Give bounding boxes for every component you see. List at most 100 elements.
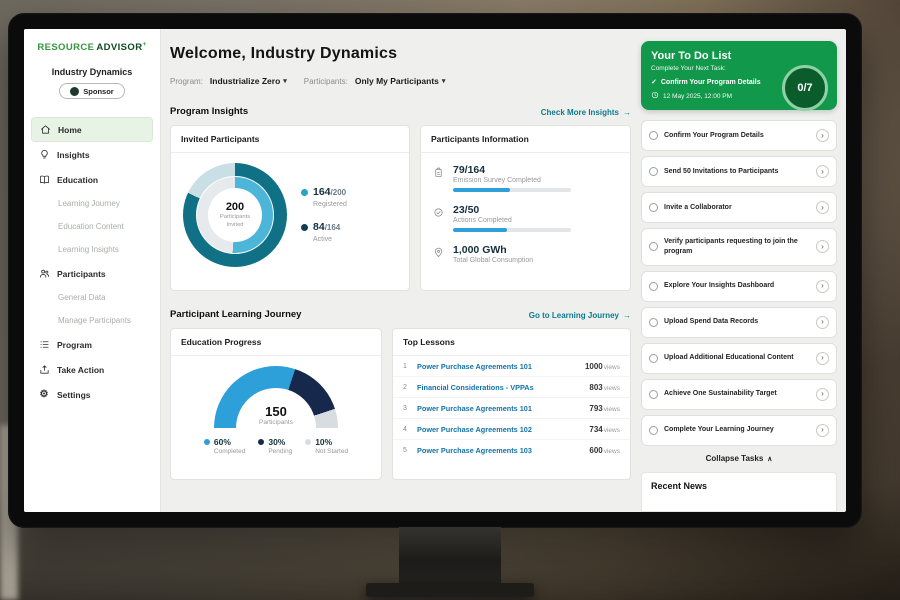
- todo-progress-ring: 0/7: [782, 65, 828, 111]
- lesson-row[interactable]: 1 Power Purchase Agreements 101 1000view…: [393, 356, 630, 377]
- todo-task-row[interactable]: Upload Additional Educational Content ›: [641, 343, 837, 374]
- lesson-rank: 1: [403, 363, 417, 370]
- chevron-right-icon[interactable]: ›: [816, 352, 829, 365]
- brand-plus: +: [142, 41, 146, 48]
- chevron-right-icon[interactable]: ›: [816, 424, 829, 437]
- sidebar-item-home[interactable]: Home: [31, 117, 153, 142]
- chevron-right-icon[interactable]: ›: [816, 240, 829, 253]
- sidebar-item-take-action[interactable]: Take Action: [31, 357, 153, 382]
- progress-fill: [453, 188, 510, 192]
- sidebar-item-manage-participants[interactable]: Manage Participants: [31, 309, 153, 332]
- todo-task-row[interactable]: Achieve One Sustainability Target ›: [641, 379, 837, 410]
- legend-value: 30%: [268, 437, 285, 447]
- task-label: Upload Additional Educational Content: [664, 353, 810, 363]
- todo-column: Your To Do List Complete Your Next Task:…: [641, 29, 837, 512]
- education-progress-gauge: 150 Participants: [214, 366, 338, 428]
- lesson-link[interactable]: Power Purchase Agreements 101: [417, 404, 589, 413]
- chevron-down-icon: ▾: [442, 78, 446, 85]
- main-column: Welcome, Industry Dynamics Program: Indu…: [170, 29, 631, 512]
- chevron-right-icon[interactable]: ›: [816, 280, 829, 293]
- sidebar-item-general-data[interactable]: General Data: [31, 286, 153, 309]
- recent-news-title: Recent News: [651, 481, 827, 491]
- task-label: Explore Your Insights Dashboard: [664, 281, 810, 291]
- lesson-views: 803views: [589, 383, 620, 392]
- legend-item-active: 84/164 Active: [301, 222, 347, 243]
- lesson-row[interactable]: 5 Power Purchase Agreements 103 600views: [393, 440, 630, 460]
- background-scene: RESOURCEADVISOR+ Industry Dynamics Spons…: [0, 0, 900, 600]
- sidebar-item-learning-insights[interactable]: Learning Insights: [31, 238, 153, 261]
- todo-task-row[interactable]: Invite a Collaborator ›: [641, 192, 837, 223]
- task-checkbox[interactable]: [649, 390, 658, 399]
- page-title: Welcome, Industry Dynamics: [170, 45, 631, 63]
- lesson-link[interactable]: Power Purchase Agreements 101: [417, 362, 585, 371]
- todo-task-row[interactable]: Explore Your Insights Dashboard ›: [641, 271, 837, 302]
- learning-journey-cards: Education Progress 150 Participants: [170, 328, 631, 480]
- todo-task-row[interactable]: Send 50 Invitations to Participants ›: [641, 156, 837, 187]
- task-checkbox[interactable]: [649, 242, 658, 251]
- program-filter-dropdown[interactable]: Industrialize Zero ▾: [210, 76, 287, 86]
- chevron-right-icon[interactable]: ›: [816, 165, 829, 178]
- legend-dot: [204, 439, 210, 445]
- sidebar-item-participants[interactable]: Participants: [31, 261, 153, 286]
- todo-task-row[interactable]: Complete Your Learning Journey ›: [641, 415, 837, 446]
- check-more-insights-link[interactable]: Check More Insights →: [541, 108, 631, 117]
- task-label: Invite a Collaborator: [664, 203, 810, 213]
- task-checkbox[interactable]: [649, 426, 658, 435]
- task-checkbox[interactable]: [649, 131, 658, 140]
- sidebar-item-insights[interactable]: Insights: [31, 142, 153, 167]
- arrow-right-icon: →: [623, 311, 631, 320]
- chevron-right-icon[interactable]: ›: [816, 316, 829, 329]
- chevron-right-icon[interactable]: ›: [816, 129, 829, 142]
- sponsor-badge[interactable]: Sponsor: [59, 83, 125, 99]
- lesson-row[interactable]: 3 Power Purchase Agreements 101 793views: [393, 398, 630, 419]
- sidebar-item-education-content[interactable]: Education Content: [31, 215, 153, 238]
- chevron-right-icon[interactable]: ›: [816, 201, 829, 214]
- legend-item-completed: 60% Completed: [204, 437, 245, 455]
- card-title: Participants Information: [421, 126, 630, 153]
- gauge-label: Participants: [214, 419, 338, 426]
- chevron-right-icon[interactable]: ›: [816, 388, 829, 401]
- lesson-link[interactable]: Power Purchase Agreements 103: [417, 446, 589, 455]
- participants-filter-dropdown[interactable]: Only My Participants ▾: [355, 76, 446, 86]
- lesson-link[interactable]: Financial Considerations - VPPAs: [417, 383, 589, 392]
- clock-icon: [651, 91, 659, 101]
- task-checkbox[interactable]: [649, 354, 658, 363]
- legend-total: /164: [325, 223, 341, 232]
- sidebar: RESOURCEADVISOR+ Industry Dynamics Spons…: [24, 29, 161, 512]
- go-to-learning-journey-link[interactable]: Go to Learning Journey →: [529, 311, 631, 320]
- donut-legend: 164/200 Registered 84/164 Active: [301, 187, 347, 242]
- legend-value: 60%: [214, 437, 231, 447]
- stat-value: 23/50: [453, 204, 571, 216]
- participants-information-card: Participants Information 79/164 Emission…: [420, 125, 631, 291]
- sidebar-item-label: Insights: [57, 150, 90, 160]
- sidebar-item-education[interactable]: Education: [31, 167, 153, 192]
- task-checkbox[interactable]: [649, 167, 658, 176]
- collapse-tasks-link[interactable]: Collapse Tasks∧: [641, 454, 837, 463]
- todo-task-row[interactable]: Upload Spend Data Records ›: [641, 307, 837, 338]
- stat-value: 79/164: [453, 164, 571, 176]
- todo-next-task-label: Confirm Your Program Details: [661, 79, 761, 86]
- task-checkbox[interactable]: [649, 282, 658, 291]
- lesson-row[interactable]: 2 Financial Considerations - VPPAs 803vi…: [393, 377, 630, 398]
- chevron-up-icon: ∧: [767, 456, 772, 463]
- sidebar-item-settings[interactable]: ⚙ Settings: [31, 382, 153, 407]
- location-pin-icon: [433, 244, 445, 264]
- program-insights-header: Program Insights Check More Insights →: [170, 106, 631, 117]
- task-checkbox[interactable]: [649, 318, 658, 327]
- task-checkbox[interactable]: [649, 203, 658, 212]
- todo-task-row[interactable]: Verify participants requesting to join t…: [641, 228, 837, 266]
- lesson-row[interactable]: 4 Power Purchase Agreements 102 734views: [393, 419, 630, 440]
- content-area: Welcome, Industry Dynamics Program: Indu…: [161, 29, 846, 512]
- filter-bar: Program: Industrialize Zero ▾ Participan…: [170, 76, 631, 86]
- sidebar-item-program[interactable]: Program: [31, 332, 153, 357]
- stat-emission-survey: 79/164 Emission Survey Completed: [433, 164, 618, 192]
- top-lessons-card: Top Lessons 1 Power Purchase Agreements …: [392, 328, 631, 480]
- legend-label: Completed: [214, 448, 245, 455]
- legend-value: 84: [313, 221, 325, 233]
- link-label: Go to Learning Journey: [529, 311, 619, 320]
- gauge-legend: 60% Completed 30% Pending 10%: [204, 437, 348, 455]
- todo-task-row[interactable]: Confirm Your Program Details ›: [641, 120, 837, 151]
- legend-value: 164: [313, 186, 331, 198]
- sidebar-item-learning-journey[interactable]: Learning Journey: [31, 192, 153, 215]
- lesson-link[interactable]: Power Purchase Agreements 102: [417, 425, 589, 434]
